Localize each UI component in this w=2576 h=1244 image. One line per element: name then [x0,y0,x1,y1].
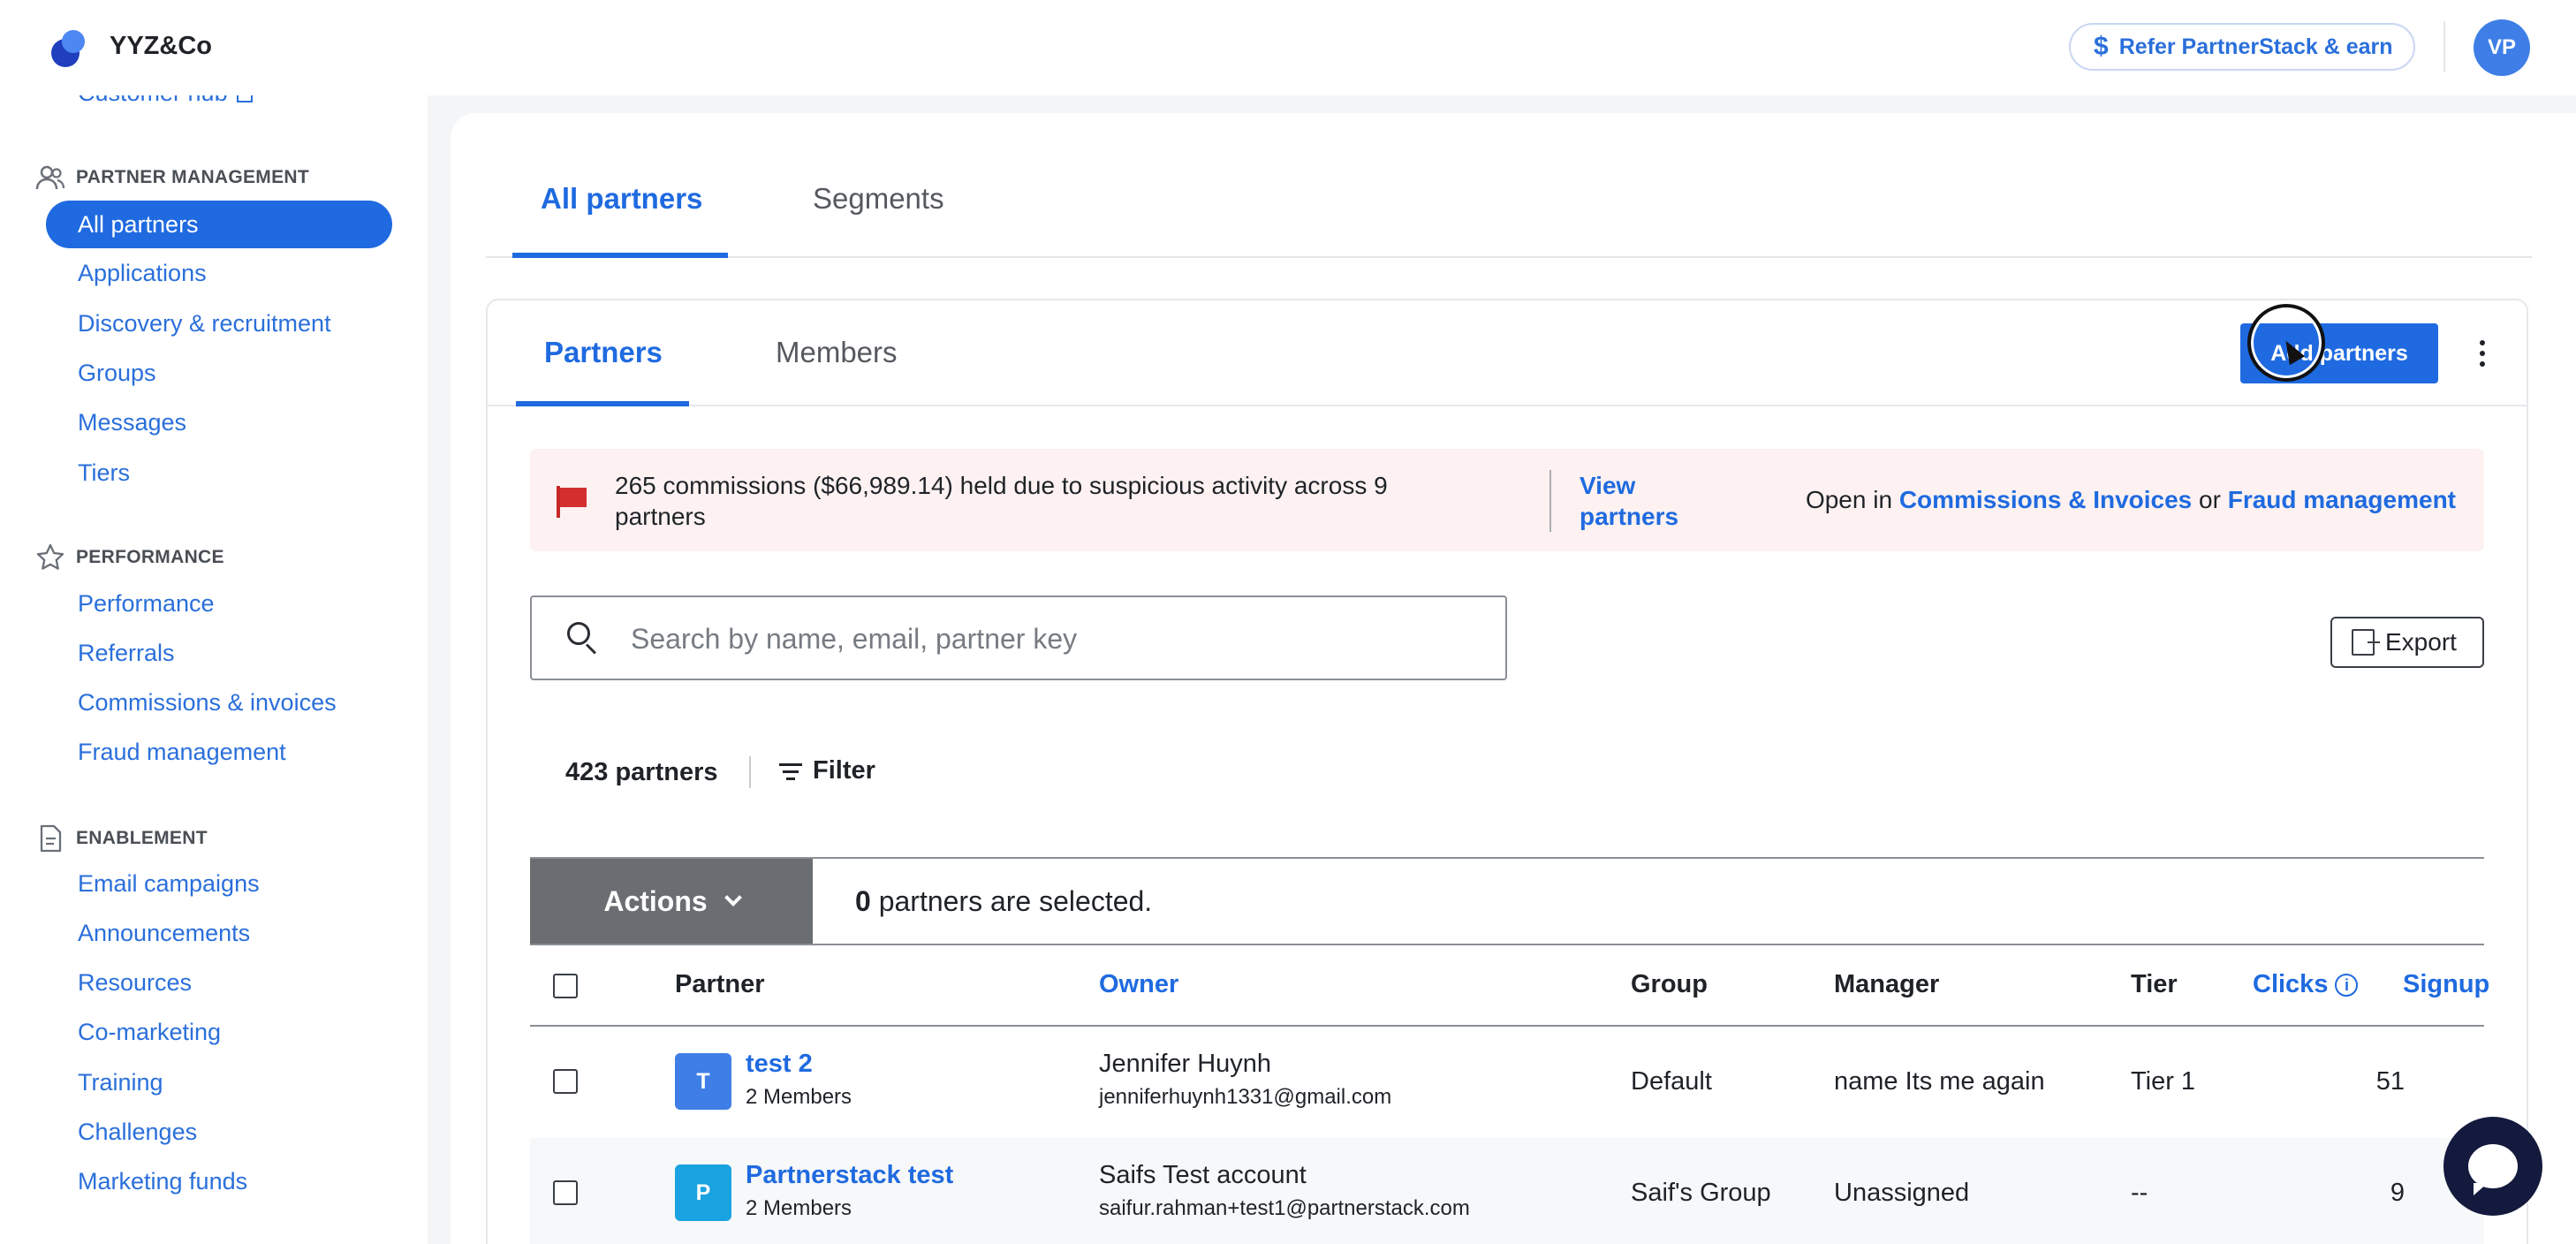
chat-support-button[interactable] [2443,1117,2542,1216]
active-tab-indicator [512,253,728,258]
sidebar-item-messages[interactable]: Messages [46,398,392,446]
sidebar-item-tiers[interactable]: Tiers [46,449,392,497]
column-clicks[interactable]: Clicks i [2253,970,2359,999]
partner-members: 2 Members [746,1196,852,1220]
search-box [530,595,1507,680]
commissions-invoices-link[interactable]: Commissions & Invoices [1899,486,2192,513]
search-icon [567,622,597,655]
card-tabs: Partners Members Add partners [488,300,2527,406]
sidebar-item-marketing-funds[interactable]: Marketing funds [46,1157,392,1205]
alert-message: 265 commissions ($66,989.14) held due to… [615,472,1388,530]
top-tabs: All partners Segments [486,173,2532,258]
partner-name-link[interactable]: Partnerstack test [746,1161,953,1190]
sidebar-item-email-campaigns[interactable]: Email campaigns [46,860,392,907]
select-all-checkbox[interactable] [553,974,578,998]
tier-cell: Tier 1 [2131,1067,2196,1096]
sidebar-item-discovery[interactable]: Discovery & recruitment [46,300,392,347]
group-cell: Saif's Group [1631,1179,1771,1207]
brand-logo-icon[interactable] [51,30,87,69]
column-owner[interactable]: Owner [1099,970,1178,999]
row-checkbox[interactable] [553,1069,578,1094]
export-button[interactable]: Export [2330,617,2484,668]
selection-status: 0 partners are selected. [855,885,1153,917]
sidebar-item-applications[interactable]: Applications [46,249,392,297]
column-signup[interactable]: Signup [2403,970,2489,999]
owner-email: saifur.rahman+test1@partnerstack.com [1099,1196,1470,1220]
bulk-actions-bar: Actions 0 partners are selected. [530,857,2484,945]
manager-cell: Unassigned [1834,1179,1970,1207]
sidebar-item-all-partners[interactable]: All partners [46,201,392,248]
dollar-icon: $ [2094,32,2109,61]
tab-segments[interactable]: Segments [813,182,944,216]
clicks-cell: 51 [2375,1067,2405,1096]
more-options-icon[interactable] [2472,332,2493,375]
column-tier[interactable]: Tier [2131,970,2178,999]
alert-divider [1549,470,1551,532]
group-cell: Default [1631,1067,1712,1096]
partner-count: 423 partners [565,758,718,786]
tab-members[interactable]: Members [776,336,898,369]
export-icon [2352,629,2380,656]
view-partners-link[interactable]: View partners [1580,470,1712,532]
star-icon [35,542,65,573]
sidebar-item-fraud-management[interactable]: Fraud management [46,728,392,776]
manager-cell: name Its me again [1834,1067,2045,1096]
sidebar-item-challenges[interactable]: Challenges [46,1108,392,1156]
column-manager[interactable]: Manager [1834,970,1939,999]
tier-cell: -- [2131,1179,2148,1207]
topbar-divider [2443,21,2445,72]
column-partner[interactable]: Partner [675,970,765,999]
sidebar-item-referrals[interactable]: Referrals [46,629,392,677]
filter-button[interactable]: Filter [779,756,875,785]
fraud-management-link[interactable]: Fraud management [2228,486,2456,513]
column-group[interactable]: Group [1631,970,1708,999]
tab-partners[interactable]: Partners [544,336,663,369]
active-card-tab-indicator [516,401,689,406]
clicks-cell: 9 [2390,1179,2405,1207]
chevron-down-icon [724,889,742,906]
user-avatar[interactable]: VP [2474,19,2530,76]
external-link-icon [236,95,253,102]
sidebar-item-announcements[interactable]: Announcements [46,909,392,957]
sidebar: Customer hub PARTNER MANAGEMENT All part… [0,95,428,1244]
document-icon [35,823,65,853]
alert-open-in: Open in Commissions & Invoices or Fraud … [1805,486,2456,513]
partner-avatar: T [675,1053,731,1110]
refer-partnerstack-button[interactable]: $ Refer PartnerStack & earn [2069,23,2415,71]
partner-name-link[interactable]: test 2 [746,1050,813,1079]
add-partners-button[interactable]: Add partners [2240,323,2438,383]
row-checkbox[interactable] [553,1180,578,1205]
search-input[interactable] [631,615,1479,663]
section-enablement: ENABLEMENT [35,823,208,853]
partner-members: 2 Members [746,1085,852,1109]
chat-bubble-icon [2468,1144,2518,1195]
actions-dropdown-button[interactable]: Actions [530,859,813,944]
sidebar-item-resources[interactable]: Resources [46,959,392,1006]
section-performance: PERFORMANCE [35,542,224,573]
sidebar-item-training[interactable]: Training [46,1058,392,1106]
count-divider [749,756,751,788]
sidebar-item-co-marketing[interactable]: Co-marketing [46,1008,392,1056]
section-partner-management: PARTNER MANAGEMENT [35,163,309,193]
flag-icon [557,486,587,518]
owner-name: Saifs Test account [1099,1161,1307,1189]
sidebar-item-customer-hub[interactable]: Customer hub [78,95,253,107]
partner-avatar: P [675,1164,731,1221]
owner-name: Jennifer Huynh [1099,1050,1272,1078]
top-bar: YYZ&Co $ Refer PartnerStack & earn VP [0,0,2576,95]
suspicious-activity-alert: 265 commissions ($66,989.14) held due to… [530,449,2484,551]
table-row[interactable]: P Partnerstack test 2 Members Saifs Test… [530,1138,2484,1244]
brand-name: YYZ&Co [110,32,212,60]
sidebar-item-groups[interactable]: Groups [46,349,392,397]
table-row[interactable]: T test 2 2 Members Jennifer Huynh jennif… [530,1027,2484,1138]
filter-icon [779,762,802,781]
sidebar-item-performance[interactable]: Performance [46,580,392,627]
tab-all-partners[interactable]: All partners [541,182,702,216]
owner-email: jenniferhuynh1331@gmail.com [1099,1085,1392,1109]
sidebar-item-commissions[interactable]: Commissions & invoices [46,679,392,726]
table-header: Partner Owner Group Manager Tier Clicks i… [530,945,2489,1027]
users-icon [35,163,65,193]
refer-label: Refer PartnerStack & earn [2118,34,2393,59]
info-icon[interactable]: i [2335,974,2359,997]
